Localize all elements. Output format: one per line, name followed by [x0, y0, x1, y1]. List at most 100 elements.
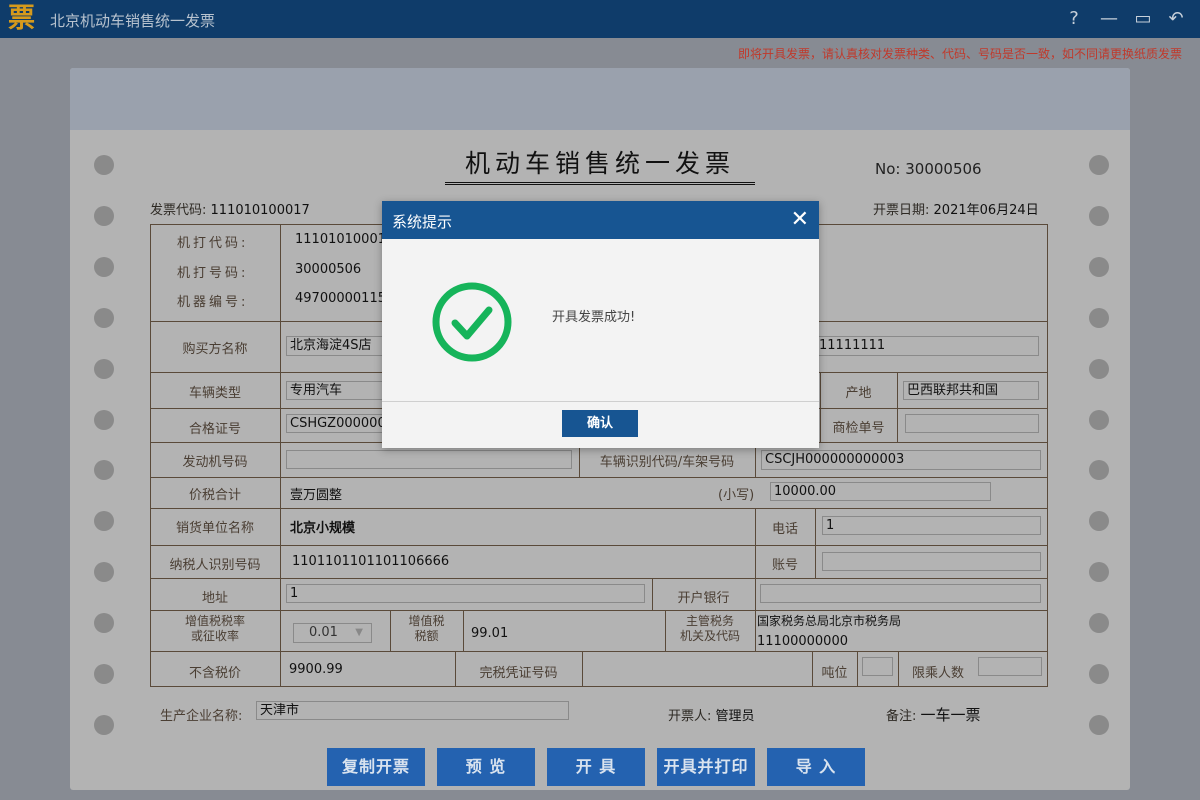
app-title: 北京机动车销售统一发票 — [50, 10, 215, 31]
title-bar: 票 北京机动车销售统一发票 ? — ▭ ↶ — [0, 0, 1200, 38]
engine-label: 发动机号码 — [150, 451, 280, 470]
rate-value: 0.01 — [309, 625, 338, 640]
invoice-no-label: No: — [875, 160, 900, 178]
perforation-hole — [94, 613, 114, 633]
authority-code: 11100000000 — [757, 634, 848, 649]
perforation-hole — [94, 664, 114, 684]
machine-no: 30000506 — [295, 262, 361, 277]
vin-input[interactable]: CSCJH000000000003 — [761, 450, 1041, 470]
total-label: 价税合计 — [150, 484, 280, 503]
seats-input[interactable] — [978, 657, 1042, 676]
perforation-hole — [1089, 155, 1109, 175]
invoice-date: 2021年06月24日 — [934, 203, 1039, 218]
account-input[interactable] — [822, 552, 1041, 571]
perforation-hole — [1089, 664, 1109, 684]
remark: 一车一票 — [921, 706, 981, 724]
invoice-date-label: 开票日期: — [873, 203, 929, 218]
address-input[interactable]: 1 — [286, 584, 645, 603]
import-button[interactable]: 导 入 — [767, 748, 865, 786]
confirm-button[interactable]: 确认 — [562, 410, 638, 437]
help-icon[interactable]: ? — [1063, 8, 1085, 30]
maximize-icon[interactable]: ▭ — [1132, 8, 1154, 30]
taxid-label: 纳税人识别号码 — [150, 554, 280, 573]
perforation-hole — [1089, 206, 1109, 226]
vin-label: 车辆识别代码/车架号码 — [579, 451, 755, 470]
invoice-code-label: 发票代码: — [150, 203, 206, 218]
rate-label-2: 或征收率 — [150, 629, 280, 644]
dialog-header: 系统提示 — [382, 201, 819, 239]
seats-label: 限乘人数 — [898, 662, 978, 681]
system-prompt-dialog: 系统提示 ✕ 开具发票成功! 确认 — [382, 201, 819, 448]
origin-label: 产地 — [820, 382, 897, 401]
vehicle-type-label: 车辆类型 — [150, 382, 280, 401]
tonnage-input[interactable] — [862, 657, 893, 676]
cert-label: 合格证号 — [150, 418, 280, 437]
perforation-hole — [1089, 613, 1109, 633]
minimize-icon[interactable]: — — [1098, 8, 1120, 30]
perforation-hole — [1089, 359, 1109, 379]
dialog-divider — [382, 401, 819, 402]
perforation-hole — [1089, 410, 1109, 430]
success-check-icon — [431, 281, 513, 363]
pretax-label: 不含税价 — [150, 662, 280, 681]
issue-and-print-button[interactable]: 开具并打印 — [657, 748, 755, 786]
invoice-title: 机动车销售统一发票 — [445, 144, 755, 185]
authority-label-2: 机关及代码 — [665, 629, 755, 644]
perforation-hole — [94, 308, 114, 328]
buyer-id-input[interactable]: 11111111 — [815, 336, 1039, 356]
buyer-label: 购买方名称 — [150, 338, 280, 357]
maker-label: 生产企业名称: — [160, 705, 242, 724]
panel-header — [70, 68, 1130, 130]
rate-select[interactable]: 0.01 ▼ — [293, 623, 372, 643]
perforation-hole — [94, 155, 114, 175]
preview-button[interactable]: 预 览 — [437, 748, 535, 786]
perforation-hole — [94, 206, 114, 226]
invoice-code: 111010100017 — [211, 203, 310, 218]
dialog-title: 系统提示 — [392, 213, 452, 231]
remark-label: 备注: — [886, 709, 916, 724]
rate-label-1: 增值税税率 — [150, 614, 280, 629]
issue-button[interactable]: 开 具 — [547, 748, 645, 786]
machine-no-label: 机打号码: — [177, 262, 248, 281]
machine-code: 111010100017 — [295, 232, 394, 247]
bank-label: 开户银行 — [652, 587, 755, 606]
perforation-hole — [1089, 715, 1109, 735]
copy-invoice-button[interactable]: 复制开票 — [327, 748, 425, 786]
app-logo: 票 — [8, 4, 38, 34]
total-small-label: (小写) — [718, 484, 754, 503]
authority-label-1: 主管税务 — [665, 614, 755, 629]
phone-label: 电话 — [755, 518, 815, 537]
perforation-hole — [94, 257, 114, 277]
maker-input[interactable]: 天津市 — [256, 701, 569, 720]
phone-input[interactable]: 1 — [822, 516, 1041, 535]
notice-text: 即将开具发票，请认真核对发票种类、代码、号码是否一致，如不同请更换纸质发票 — [738, 45, 1182, 62]
total-words: 壹万圆整 — [290, 484, 342, 503]
issuer: 管理员 — [716, 709, 755, 724]
close-icon[interactable]: ✕ — [791, 207, 809, 232]
pretax-amount: 9900.99 — [289, 662, 343, 677]
duty-label: 完税凭证号码 — [455, 662, 582, 681]
total-input[interactable]: 10000.00 — [770, 482, 991, 501]
address-label: 地址 — [150, 587, 280, 606]
back-icon[interactable]: ↶ — [1165, 8, 1187, 30]
issuer-label: 开票人: — [668, 709, 711, 724]
perforation-hole — [94, 359, 114, 379]
account-label: 账号 — [755, 554, 815, 573]
seller-name: 北京小规模 — [290, 517, 355, 536]
machine-code-label: 机打代码: — [177, 232, 248, 251]
taxid: 1101101101101106666 — [292, 554, 449, 569]
dropdown-arrow-icon: ▼ — [355, 625, 363, 641]
inspection-label: 商检单号 — [820, 417, 897, 436]
invoice-no: 30000506 — [905, 160, 981, 178]
perforation-hole — [1089, 308, 1109, 328]
perforation-hole — [1089, 257, 1109, 277]
origin-input[interactable]: 巴西联邦共和国 — [903, 381, 1039, 400]
bank-input[interactable] — [760, 584, 1041, 603]
tax-amount: 99.01 — [471, 626, 508, 641]
seller-label: 销货单位名称 — [150, 517, 280, 536]
device-no-label: 机器编号: — [177, 291, 248, 310]
engine-input[interactable] — [286, 450, 572, 469]
tax-label-2: 税额 — [390, 629, 463, 644]
inspection-input[interactable] — [905, 414, 1039, 433]
tax-label-1: 增值税 — [390, 614, 463, 629]
